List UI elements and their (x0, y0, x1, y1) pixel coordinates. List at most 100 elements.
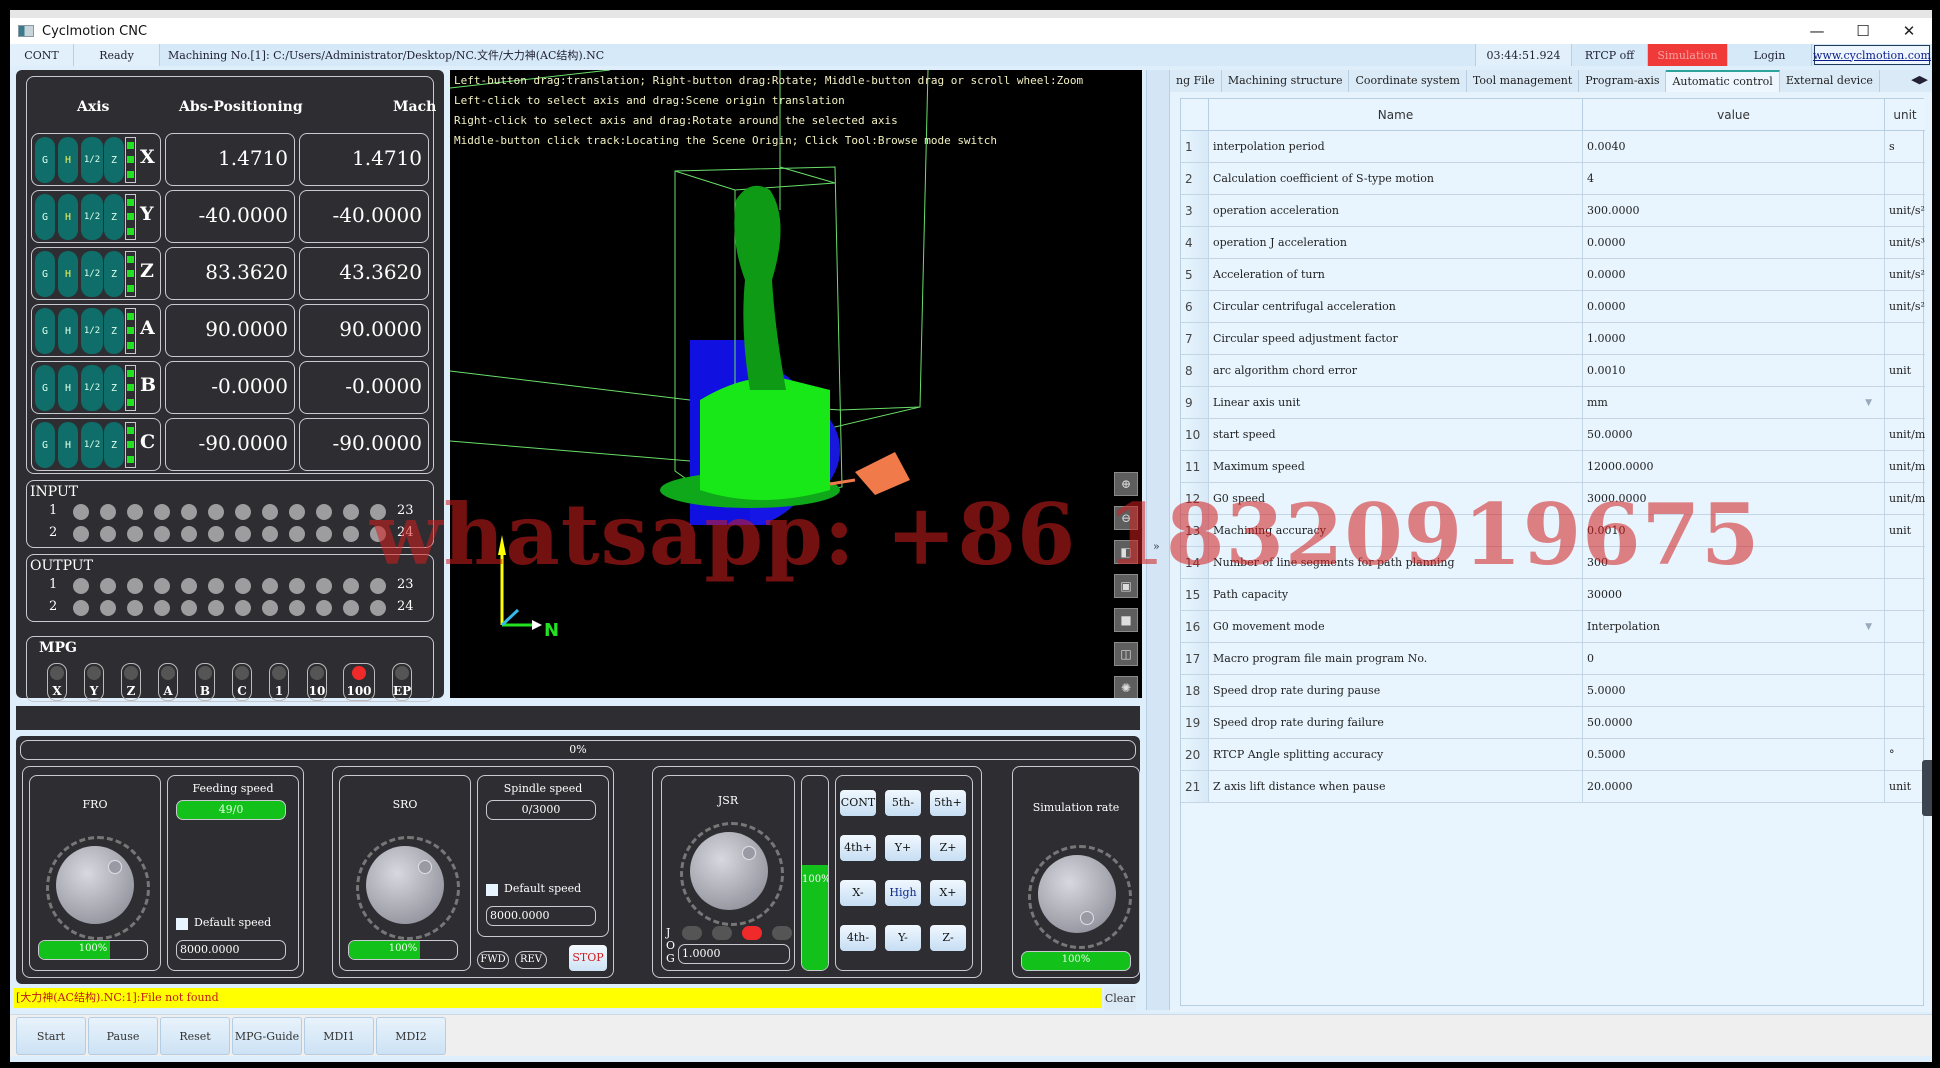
tab-coordinate-system[interactable]: Coordinate system (1349, 70, 1467, 92)
jog-mode-led[interactable] (712, 926, 732, 940)
tab-automatic-control[interactable]: Automatic control (1666, 70, 1780, 92)
jog-button-y-minus[interactable]: Y- (885, 925, 921, 951)
jog-button-5th-minus[interactable]: 5th- (885, 790, 921, 816)
parameter-row[interactable]: 12G0 speed 3000.0000 unit/min (1181, 483, 1925, 515)
zoom-in-icon[interactable]: ⊕ (1114, 472, 1138, 496)
toolbar-button-pause[interactable]: Pause (88, 1017, 158, 1055)
parameter-row[interactable]: 14 Number of line segments for path plann… (1181, 547, 1925, 579)
parameter-value[interactable]: 20.0000 (1583, 771, 1885, 802)
view-front-icon[interactable]: ▣ (1114, 574, 1138, 598)
parameter-row[interactable]: 3 operation acceleration 300.0000 unit/s² (1181, 195, 1925, 227)
tab-program-axis[interactable]: Program-axis (1579, 70, 1667, 92)
parameter-row[interactable]: 7 Circular speed adjustment factor 1.0000 (1181, 323, 1925, 355)
mpg-button-z[interactable]: Z (121, 663, 141, 701)
sro-knob[interactable] (356, 836, 460, 940)
jog-button-4th-minus[interactable]: 4th- (840, 925, 876, 951)
parameter-value[interactable]: 3000.0000 (1583, 483, 1885, 514)
login-button[interactable]: Login (1728, 44, 1812, 66)
parameter-value[interactable]: 50.0000 (1583, 707, 1885, 738)
jog-button-x-plus[interactable]: X+ (930, 880, 966, 906)
parameter-row[interactable]: 2 Calculation coefficient of S-type motio… (1181, 163, 1925, 195)
parameter-row[interactable]: 20 RTCP Angle splitting accuracy 0.5000 ° (1181, 739, 1925, 771)
jog-mode-led[interactable] (772, 926, 792, 940)
parameter-value[interactable]: 0.0000 (1583, 291, 1885, 322)
parameter-value[interactable]: 30000 (1583, 579, 1885, 610)
parameter-row[interactable]: 15 Path capacity 30000 (1181, 579, 1925, 611)
mpg-button-ep[interactable]: EP (392, 663, 412, 701)
mpg-button-y[interactable]: Y (84, 663, 104, 701)
jog-button-z-minus[interactable]: Z- (930, 925, 966, 951)
parameter-row[interactable]: 19 Speed drop rate during failure 50.0000 (1181, 707, 1925, 739)
dropdown-arrow-icon[interactable]: ▼ (1865, 611, 1872, 642)
tab-scroll-arrows[interactable]: ◀▶ (1911, 73, 1928, 86)
parameter-value[interactable]: 5.0000 (1583, 675, 1885, 706)
parameter-value[interactable]: 300 (1583, 547, 1885, 578)
mpg-button-c[interactable]: C (232, 663, 252, 701)
parameter-value[interactable]: 0.0010 (1583, 355, 1885, 386)
parameter-row[interactable]: 16 G0 movement mode Interpolation ▼ (1181, 611, 1925, 643)
website-link[interactable]: www.cyclmotion.com (1813, 45, 1931, 65)
spindle-rev-button[interactable]: REV (515, 951, 547, 969)
view-top-icon[interactable]: ■ (1114, 608, 1138, 632)
parameter-row[interactable]: 5 Acceleration of turn 0.0000 unit/s² (1181, 259, 1925, 291)
jsr-knob[interactable] (680, 822, 784, 926)
mpg-button-x[interactable]: X (47, 663, 67, 701)
spindle-fwd-button[interactable]: FWD (477, 951, 509, 969)
expand-arrow-icon[interactable]: » (1153, 540, 1160, 553)
parameter-value[interactable]: Interpolation ▼ (1583, 611, 1885, 642)
side-dock-widget[interactable] (1922, 760, 1932, 816)
mpg-button-b[interactable]: B (195, 663, 215, 701)
spindle-default-checkbox[interactable] (486, 884, 498, 896)
3d-viewport[interactable]: N Left-button drag:translation; Right-bu… (450, 70, 1142, 698)
view-iso-icon[interactable]: ◫ (1114, 642, 1138, 666)
feed-default-checkbox[interactable] (176, 918, 188, 930)
fro-knob[interactable] (46, 836, 150, 940)
tab-machining-structure[interactable]: Machining structure (1222, 70, 1350, 92)
toolbar-button-start[interactable]: Start (16, 1017, 86, 1055)
jog-mode-led[interactable] (742, 926, 762, 940)
jog-mode-led[interactable] (682, 926, 702, 940)
spindle-stop-button[interactable]: STOP (569, 945, 607, 971)
jog-button-4th-plus[interactable]: 4th+ (840, 835, 876, 861)
tab-external-device[interactable]: External device (1780, 70, 1880, 92)
parameter-value[interactable]: 1.0000 (1583, 323, 1885, 354)
simulation-toggle[interactable]: Simulation (1648, 44, 1728, 66)
toolbar-button-mdi2[interactable]: MDI2 (376, 1017, 446, 1055)
parameter-row[interactable]: 1 interpolation period 0.0040 s (1181, 131, 1925, 163)
jog-rate-bar[interactable]: 100% (801, 775, 829, 971)
tab-tool-management[interactable]: Tool management (1467, 70, 1580, 92)
jog-button-5th-plus[interactable]: 5th+ (930, 790, 966, 816)
parameter-row[interactable]: 11Maximum speed 12000.0000 unit/min (1181, 451, 1925, 483)
parameter-value[interactable]: 0.0000 (1583, 227, 1885, 258)
view-left-icon[interactable]: ◧ (1114, 540, 1138, 564)
zoom-out-icon[interactable]: ⊖ (1114, 506, 1138, 530)
toolbar-button-mpg-guide[interactable]: MPG-Guide (232, 1017, 302, 1055)
parameter-value[interactable]: 0.0000 (1583, 259, 1885, 290)
spindle-default-input[interactable]: 8000.0000 (486, 906, 596, 926)
parameter-value[interactable]: 0 (1583, 643, 1885, 674)
parameter-value[interactable]: 300.0000 (1583, 195, 1885, 226)
parameter-row[interactable]: 4 operation J acceleration 0.0000 unit/s³ (1181, 227, 1925, 259)
feed-default-input[interactable]: 8000.0000 (176, 940, 286, 960)
jog-button-y-plus[interactable]: Y+ (885, 835, 921, 861)
parameter-value[interactable]: 0.0010 (1583, 515, 1885, 546)
mpg-button-a[interactable]: A (158, 663, 178, 701)
mpg-button-1[interactable]: 1 (269, 663, 289, 701)
parameter-row[interactable]: 8 arc algorithm chord error 0.0010 unit (1181, 355, 1925, 387)
parameter-row[interactable]: 9 Linear axis unit mm ▼ (1181, 387, 1925, 419)
jog-button-cont[interactable]: CONT (840, 790, 876, 816)
mpg-button-100[interactable]: 100 (343, 663, 375, 701)
toolbar-button-reset[interactable]: Reset (160, 1017, 230, 1055)
toolbar-button-mdi1[interactable]: MDI1 (304, 1017, 374, 1055)
dropdown-arrow-icon[interactable]: ▼ (1865, 387, 1872, 418)
jog-step-input[interactable]: 1.0000 (678, 944, 790, 964)
parameter-row[interactable]: 21 Z axis lift distance when pause 20.0000… (1181, 771, 1925, 803)
parameter-value[interactable]: 0.0040 (1583, 131, 1885, 162)
parameter-value[interactable]: 12000.0000 (1583, 451, 1885, 482)
light-icon[interactable]: ✺ (1114, 676, 1138, 698)
tab-ng-file[interactable]: ng File (1170, 70, 1222, 92)
parameter-row[interactable]: 6 Circular centrifugal acceleration 0.0000… (1181, 291, 1925, 323)
panel-splitter[interactable]: » (1146, 70, 1170, 1010)
jog-button-high[interactable]: High (885, 880, 921, 906)
jog-button-x-minus[interactable]: X- (840, 880, 876, 906)
